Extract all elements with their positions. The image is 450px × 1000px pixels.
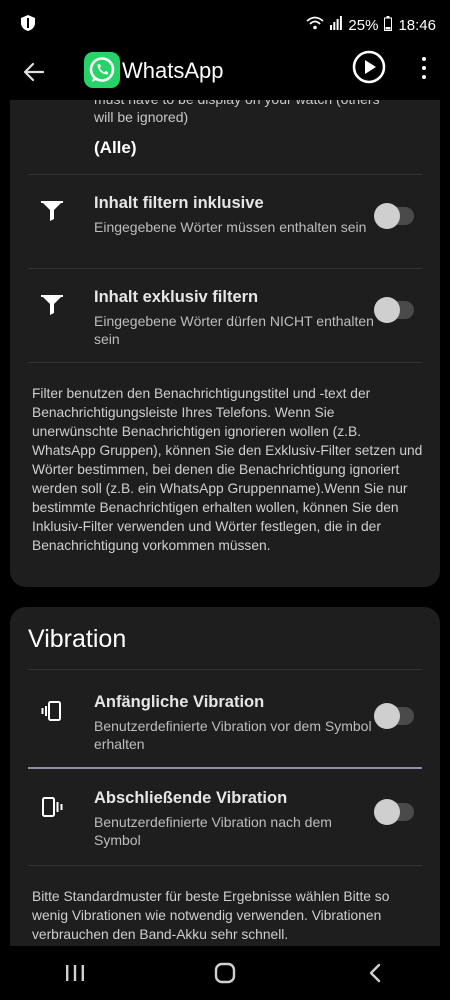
vibration-end-icon [38,793,66,821]
filter-funnel-icon [38,196,66,224]
signal-icon [330,16,343,34]
row-subtitle: Eingegebene Wörter müssen enthalten sein [94,219,367,235]
home-icon[interactable] [195,953,255,993]
app-bar: WhatsApp [0,50,450,100]
arrow-back-icon[interactable] [18,56,50,88]
toggle-filter-inclusive[interactable] [374,203,414,229]
row-subtitle: Eingegebene Wörter dürfen NICHT enthalte… [94,313,374,347]
wifi-icon [306,16,325,34]
vibration-start-icon [38,697,66,725]
filter-info-text: Filter benutzen den Benachrichtigungstit… [32,386,423,553]
row-vibration-start[interactable]: Anfängliche Vibration Benutzerdefinierte… [10,669,440,767]
row-title: Inhalt exklusiv filtern [94,288,259,306]
toggle-vibration-start[interactable] [374,703,414,729]
battery-percent: 25% [348,16,379,34]
row-filter-exclusive[interactable]: Inhalt exklusiv filtern Eingegebene Wört… [10,268,440,362]
row-filter-inclusive[interactable]: Inhalt filtern inklusive Eingegebene Wör… [10,174,440,268]
battery-icon [384,15,393,35]
clipped-value: (Alle) [94,138,137,157]
status-time: 18:46 [398,16,436,34]
vibration-info-text: Bitte Standardmuster für beste Ergebniss… [32,889,390,942]
row-subtitle: Benutzerdefinierte Vibration nach dem Sy… [94,814,332,848]
clipped-description: must have to be display on your watch (o… [94,100,380,125]
toggle-filter-exclusive[interactable] [374,297,414,323]
status-bar: 25% 18:46 [0,0,450,50]
row-subtitle: Benutzerdefinierte Vibration vor dem Sym… [94,718,372,752]
section-title: Vibration [28,625,127,653]
settings-scroll[interactable]: must have to be display on your watch (o… [0,100,450,946]
system-nav-bar [0,946,450,1000]
recents-icon[interactable] [45,953,105,993]
nav-back-icon[interactable] [345,953,405,993]
more-vert-icon[interactable] [414,54,434,82]
vibration-card: Vibration Anfängliche Vibration Benutzer… [10,607,440,946]
toggle-vibration-end[interactable] [374,799,414,825]
filter-card: must have to be display on your watch (o… [10,100,440,587]
whatsapp-logo-icon [84,52,120,88]
row-title: Anfängliche Vibration [94,693,265,711]
row-title: Abschließende Vibration [94,789,288,807]
shield-icon [20,14,36,36]
status-indicators: 25% 18:46 [306,15,436,35]
play-circle-icon[interactable] [352,50,386,84]
divider [28,362,422,363]
filter-funnel-icon [38,290,66,318]
row-vibration-end[interactable]: Abschließende Vibration Benutzerdefinier… [10,769,440,865]
app-title: WhatsApp [122,58,224,83]
divider [28,865,422,866]
row-title: Inhalt filtern inklusive [94,194,264,212]
